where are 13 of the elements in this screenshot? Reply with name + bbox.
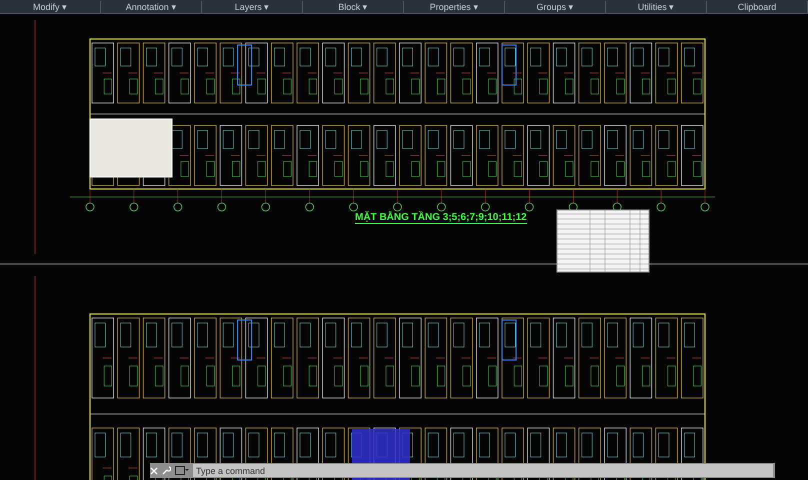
ribbon-panel-tab[interactable]: Groups ▾ bbox=[505, 0, 606, 12]
command-input-field[interactable]: Type a command bbox=[193, 464, 773, 477]
wrench-icon[interactable] bbox=[162, 466, 171, 475]
command-prompt-icon[interactable] bbox=[175, 466, 189, 475]
ribbon-panel-tab[interactable]: Utilities ▾ bbox=[606, 0, 707, 12]
ribbon-panel-tab[interactable]: Layers ▾ bbox=[202, 0, 303, 12]
ribbon-panel-tab[interactable]: Modify ▾ bbox=[0, 0, 101, 12]
ribbon-panel-tab[interactable]: Clipboard bbox=[707, 0, 808, 12]
close-icon[interactable] bbox=[150, 466, 158, 474]
ribbon-panel-tab[interactable]: Block ▾ bbox=[303, 0, 404, 12]
ribbon-panel-tab[interactable]: Annotation ▾ bbox=[101, 0, 202, 12]
drawing-title: MẶT BẰNG TẦNG 3;5;6;7;9;10;11;12 bbox=[355, 212, 527, 224]
ribbon-panel-tab[interactable]: Properties ▾ bbox=[404, 0, 505, 12]
